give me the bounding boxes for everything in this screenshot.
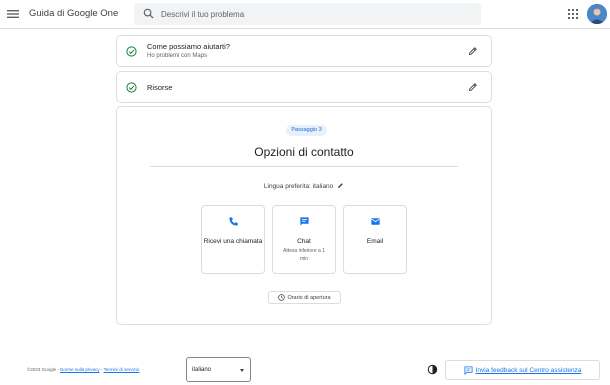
- opening-hours-label: Orario di apertura: [287, 294, 331, 301]
- app-title[interactable]: Guida di Google One: [29, 8, 118, 19]
- search-icon: [143, 8, 154, 19]
- dark-mode-toggle-icon[interactable]: [427, 364, 438, 375]
- footer-links: ©2023 Google - Norme sulla privacy - Ter…: [27, 367, 139, 372]
- search-input[interactable]: [161, 6, 471, 22]
- check-circle-icon: [126, 82, 137, 93]
- option-label: Email: [366, 238, 384, 245]
- step-title: Come possiamo aiutarti?: [147, 42, 230, 51]
- language-value: italiano: [312, 183, 334, 190]
- step-subtitle: Ho problemi con Maps: [147, 53, 208, 59]
- option-wait-time: Attesa inferiore a 1 min: [283, 248, 325, 262]
- language-label: Lingua preferita:: [263, 183, 311, 190]
- clock-icon: [278, 294, 286, 301]
- email-icon: [371, 218, 380, 225]
- account-avatar[interactable]: [587, 4, 607, 24]
- privacy-policy-link[interactable]: Norme sulla privacy: [60, 367, 100, 372]
- hamburger-menu-icon[interactable]: [6, 7, 20, 21]
- copyright-text: ©2023 Google -: [27, 367, 59, 372]
- terms-of-service-link[interactable]: Termini di servizio: [104, 367, 140, 372]
- top-app-bar: Guida di Google One: [0, 0, 610, 29]
- email-option-button[interactable]: Email: [343, 205, 407, 274]
- language-select-value: italiano: [192, 367, 212, 373]
- option-label: Ricevi una chiamata: [203, 238, 263, 245]
- dropdown-caret-icon: [240, 369, 244, 372]
- feedback-icon: [464, 365, 473, 375]
- step-card-help: Come possiamo aiutarti? Ho problemi con …: [116, 35, 492, 67]
- search-bar[interactable]: [134, 3, 481, 25]
- send-feedback-button[interactable]: Invia feedback sul Centro assistenza: [445, 360, 600, 380]
- feedback-label: Invia feedback sul Centro assistenza: [475, 366, 582, 374]
- divider: [150, 166, 458, 167]
- phone-icon: [229, 217, 238, 226]
- check-circle-icon: [126, 46, 137, 57]
- edit-pencil-icon[interactable]: [468, 46, 478, 56]
- option-label: Chat: [297, 238, 311, 245]
- opening-hours-button[interactable]: Orario di apertura: [268, 291, 341, 304]
- contact-options-title: Opzioni di contatto: [254, 145, 354, 159]
- preferred-language-row: Lingua preferita: italiano: [117, 182, 491, 190]
- footer-separator: -: [100, 367, 103, 372]
- language-select[interactable]: italiano: [186, 357, 251, 382]
- step-title: Risorse: [147, 83, 173, 92]
- step-card-resources: Risorse: [116, 71, 492, 103]
- avatar-image-icon: [587, 4, 607, 24]
- step-badge: Passaggio 3: [286, 125, 327, 136]
- apps-grid-icon[interactable]: [568, 9, 578, 19]
- chat-option-button[interactable]: Chat Attesa inferiore a 1 min: [272, 205, 336, 274]
- contact-options-card: Passaggio 3 Opzioni di contatto Lingua p…: [116, 106, 492, 325]
- edit-language-pencil-icon[interactable]: [337, 182, 344, 189]
- call-option-button[interactable]: Ricevi una chiamata: [201, 205, 265, 274]
- edit-pencil-icon[interactable]: [468, 82, 478, 92]
- chat-icon: [300, 217, 309, 226]
